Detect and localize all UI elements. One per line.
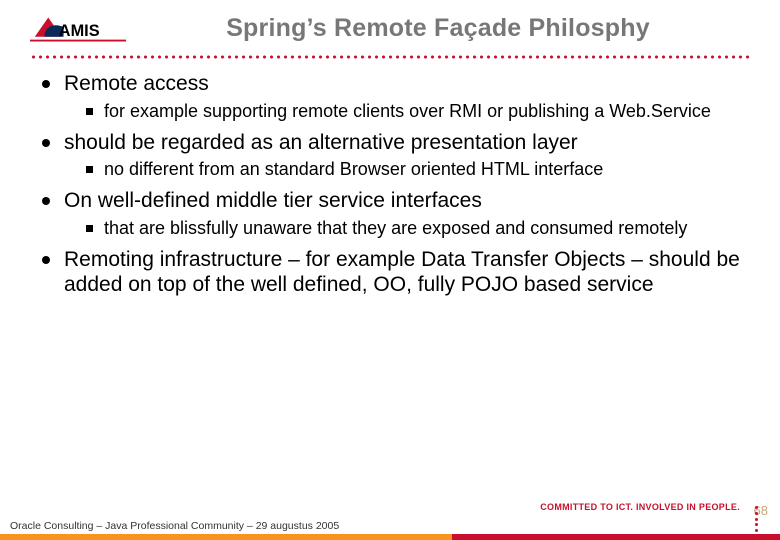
amis-logo-svg: AMIS [30, 12, 126, 48]
bullet-text: should be regarded as an alternative pre… [64, 131, 578, 154]
sub-bullet-item: for example supporting remote clients ov… [64, 101, 750, 123]
divider-dots [30, 54, 750, 60]
bullet-item: Remoting infrastructure – for example Da… [36, 248, 750, 298]
slide: AMIS Spring’s Remote Façade Philosphy Re… [0, 0, 780, 540]
slide-title: Spring’s Remote Façade Philosphy [126, 12, 750, 43]
slide-content: Remote access for example supporting rem… [30, 72, 750, 298]
bullet-text: Remoting infrastructure – for example Da… [64, 248, 740, 296]
bullet-text: Remote access [64, 72, 209, 95]
footer-bar-red [452, 534, 780, 540]
footer-tagline: COMMITTED TO ICT. INVOLVED IN PEOPLE. [540, 502, 740, 512]
sub-bullet-item: no different from an standard Browser or… [64, 159, 750, 181]
bullet-item: Remote access for example supporting rem… [36, 72, 750, 123]
slide-header: AMIS Spring’s Remote Façade Philosphy [30, 12, 750, 48]
sub-bullet-item: that are blissfully unaware that they ar… [64, 218, 750, 240]
bullet-item: On well-defined middle tier service inte… [36, 189, 750, 240]
bullet-item: should be regarded as an alternative pre… [36, 131, 750, 182]
amis-logo: AMIS [30, 12, 126, 48]
vertical-dots-icon [755, 506, 758, 532]
footer-line: Oracle Consulting – Java Professional Co… [10, 520, 339, 532]
footer-bar-orange [0, 534, 452, 540]
logo-text: AMIS [59, 22, 100, 40]
bullet-text: On well-defined middle tier service inte… [64, 189, 482, 212]
